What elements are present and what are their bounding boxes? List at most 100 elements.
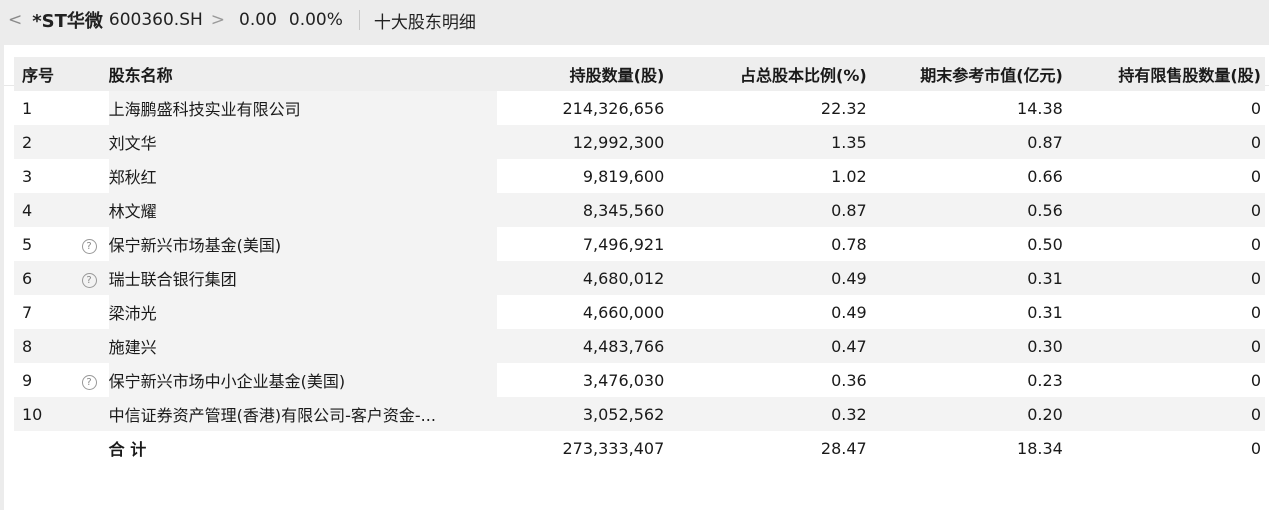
row-index: 5 [14,227,70,261]
shareholder-name[interactable]: 郑秋红 [108,159,497,193]
col-header-name[interactable]: 股东名称 [108,57,497,91]
shares-held: 9,819,600 [496,159,665,193]
row-index: 8 [14,329,70,363]
restricted-shares: 0 [1062,295,1265,329]
shares-held: 4,660,000 [496,295,665,329]
row-help-cell [69,159,109,193]
shareholder-name[interactable]: 刘文华 [108,125,497,159]
shares-held: 3,052,562 [496,397,665,431]
restricted-shares: 0 [1062,261,1265,295]
row-help-cell: ? [69,363,109,397]
restricted-shares: 0 [1062,329,1265,363]
market-value: 0.87 [866,125,1063,159]
table-row[interactable]: 4 林文耀 8,345,560 0.87 0.56 0 [14,193,1265,227]
table-row[interactable]: 9? 保宁新兴市场中小企业基金(美国) 3,476,030 0.36 0.23 0 [14,363,1265,397]
share-ratio: 0.49 [664,295,867,329]
shareholder-name[interactable]: 林文耀 [108,193,497,227]
table-row[interactable]: 8 施建兴 4,483,766 0.47 0.30 0 [14,329,1265,363]
restricted-shares: 0 [1062,227,1265,261]
share-ratio: 0.49 [664,261,867,295]
table-row[interactable]: 2 刘文华 12,992,300 1.35 0.87 0 [14,125,1265,159]
restricted-shares: 0 [1062,91,1265,125]
stock-name[interactable]: *ST华微 [32,7,103,33]
table-row[interactable]: 10 中信证券资产管理(香港)有限公司-客户资金-... 3,052,562 0.32… [14,397,1265,431]
total-ratio: 28.47 [664,431,867,465]
shareholder-name[interactable]: 瑞士联合银行集团 [108,261,497,295]
help-circle-icon[interactable]: ? [81,375,97,390]
restricted-shares: 0 [1062,125,1265,159]
restricted-shares: 0 [1062,363,1265,397]
market-value: 0.20 [866,397,1063,431]
shares-held: 7,496,921 [496,227,665,261]
total-label: 合 计 [108,431,497,465]
top-bar: < *ST华微 600360.SH > 0.00 0.00% 十大股东明细 [0,0,1269,40]
shareholder-name[interactable]: 上海鹏盛科技实业有限公司 [108,91,497,125]
table-row[interactable]: 1 上海鹏盛科技实业有限公司 214,326,656 22.32 14.38 0 [14,91,1265,125]
restricted-shares: 0 [1062,397,1265,431]
shares-held: 12,992,300 [496,125,665,159]
share-ratio: 0.78 [664,227,867,261]
row-help-cell: ? [69,261,109,295]
col-header-index[interactable]: 序号 [14,57,70,91]
table-header-row: 序号 股东名称 持股数量(股) 占总股本比例(%) 期末参考市值(亿元) 持有限… [14,57,1265,91]
share-ratio: 0.47 [664,329,867,363]
total-index-cell [14,431,70,465]
market-value: 0.56 [866,193,1063,227]
shares-held: 3,476,030 [496,363,665,397]
market-value: 0.66 [866,159,1063,193]
total-help-cell [69,431,109,465]
market-value: 14.38 [866,91,1063,125]
table-row[interactable]: 7 梁沛光 4,660,000 0.49 0.31 0 [14,295,1265,329]
shareholder-name[interactable]: 施建兴 [108,329,497,363]
help-circle-icon[interactable]: ? [81,239,97,254]
share-ratio: 0.36 [664,363,867,397]
row-index: 9 [14,363,70,397]
restricted-shares: 0 [1062,159,1265,193]
market-value: 0.50 [866,227,1063,261]
row-index: 1 [14,91,70,125]
shares-held: 4,680,012 [496,261,665,295]
shares-held: 8,345,560 [496,193,665,227]
col-header-restricted[interactable]: 持有限售股数量(股) [1062,57,1265,91]
row-index: 4 [14,193,70,227]
shareholder-name[interactable]: 保宁新兴市场中小企业基金(美国) [108,363,497,397]
total-value: 18.34 [866,431,1063,465]
share-ratio: 1.02 [664,159,867,193]
shareholder-name[interactable]: 中信证券资产管理(香港)有限公司-客户资金-... [108,397,497,431]
market-value: 0.31 [866,295,1063,329]
stock-code: 600360.SH [108,10,203,30]
total-restricted: 0 [1062,431,1265,465]
chevron-right-icon[interactable]: > [211,10,225,30]
row-help-cell [69,91,109,125]
col-header-help [69,57,109,91]
row-help-cell [69,295,109,329]
chevron-left-icon[interactable]: < [8,10,22,30]
stock-price: 0.00 [239,10,277,30]
restricted-shares: 0 [1062,193,1265,227]
table-row[interactable]: 5? 保宁新兴市场基金(美国) 7,496,921 0.78 0.50 0 [14,227,1265,261]
col-header-ratio[interactable]: 占总股本比例(%) [664,57,867,91]
row-help-cell [69,125,109,159]
market-value: 0.31 [866,261,1063,295]
shareholder-name[interactable]: 梁沛光 [108,295,497,329]
table-row[interactable]: 6? 瑞士联合银行集团 4,680,012 0.49 0.31 0 [14,261,1265,295]
stock-change-pct: 0.00% [288,10,343,30]
row-help-cell [69,397,109,431]
share-ratio: 0.32 [664,397,867,431]
share-ratio: 0.87 [664,193,867,227]
market-value: 0.23 [866,363,1063,397]
total-row: 合 计 273,333,407 28.47 18.34 0 [14,431,1265,465]
row-index: 10 [14,397,70,431]
row-index: 7 [14,295,70,329]
top-shareholders-table: 序号 股东名称 持股数量(股) 占总股本比例(%) 期末参考市值(亿元) 持有限… [14,57,1265,465]
row-index: 3 [14,159,70,193]
market-value: 0.30 [866,329,1063,363]
total-shares: 273,333,407 [496,431,665,465]
col-header-value[interactable]: 期末参考市值(亿元) [866,57,1063,91]
row-help-cell [69,329,109,363]
shareholder-name[interactable]: 保宁新兴市场基金(美国) [108,227,497,261]
page-title: 十大股东明细 [373,12,476,33]
col-header-shares[interactable]: 持股数量(股) [496,57,665,91]
help-circle-icon[interactable]: ? [81,273,97,288]
table-row[interactable]: 3 郑秋红 9,819,600 1.02 0.66 0 [14,159,1265,193]
